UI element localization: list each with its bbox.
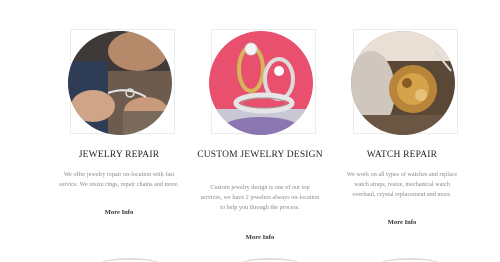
service-title: WATCH REPAIR [366,150,438,160]
service-description: We offer jewelry repair on-location with… [59,171,179,188]
next-section-circle-top [380,258,440,262]
service-description: We work on all types of watches and repl… [346,171,458,198]
more-info-link[interactable]: More Info [49,209,189,216]
service-description: Custom jewelry design is one of our top … [200,184,320,211]
services-section: JEWELRY REPAIR We offer jewelry repair o… [0,0,500,262]
next-section-circle-top [240,258,300,262]
more-info-link[interactable]: More Info [190,234,330,241]
service-title: JEWELRY REPAIR [78,150,160,160]
next-section-circle-top [100,258,160,262]
more-info-link[interactable]: More Info [332,219,472,226]
service-title: CUSTOM JEWELRY DESIGN [197,150,323,160]
custom-jewelry-image[interactable] [209,31,313,135]
watch-repair-image[interactable] [351,31,455,135]
jewelry-repair-image[interactable] [68,31,172,135]
